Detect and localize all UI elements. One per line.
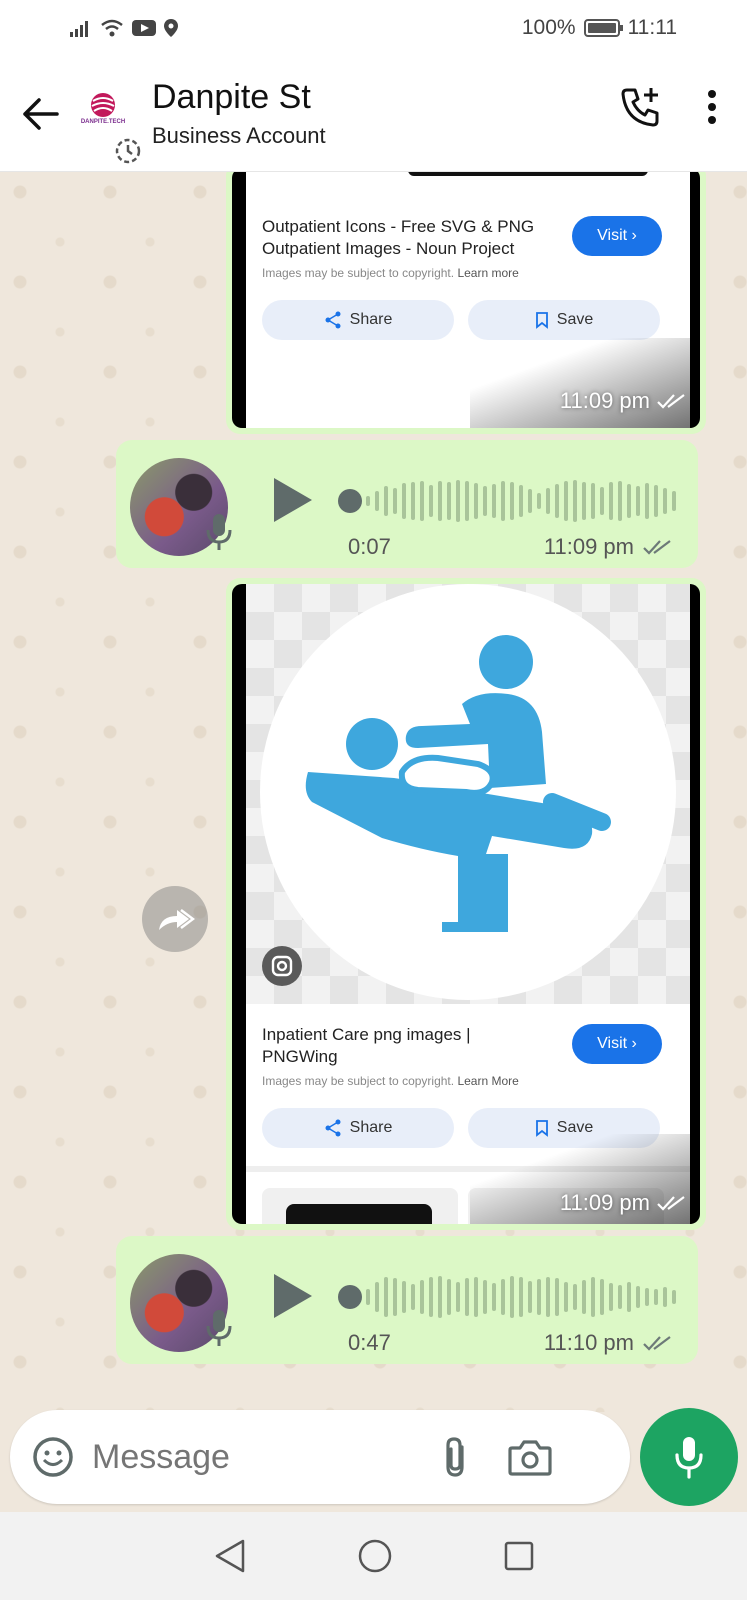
share-icon [325,1119,341,1137]
mic-icon [675,1437,703,1479]
image-frame: Inpatient Care png images | PNGWing Imag… [232,584,700,1224]
waveform[interactable] [338,476,684,526]
attach-icon[interactable] [442,1435,468,1479]
save-pill: Save [468,300,660,340]
card-title-line2: PNGWing [262,1047,338,1066]
waveform-bars [366,480,676,522]
card-text: Outpatient Icons - Free SVG & PNG Outpat… [262,216,562,280]
clock: 11:11 [627,16,677,39]
forward-button[interactable] [142,886,208,952]
card-note: Images may be subject to copyright. Lear… [262,1074,519,1088]
bookmark-icon [535,312,548,329]
back-button[interactable] [10,84,70,144]
double-check-icon [643,540,671,555]
business-logo: DANPITE.TECH [78,91,128,131]
image-message-2[interactable]: Inpatient Care png images | PNGWing Imag… [226,578,706,1230]
nav-back-icon[interactable] [213,1538,247,1574]
play-icon[interactable] [272,476,314,524]
battery-icon [583,19,623,37]
image-frame: Outpatient Icons - Free SVG & PNG Outpat… [232,172,700,428]
emoji-icon[interactable] [32,1436,74,1478]
card-note: Images may be subject to copyright. Lear… [262,266,519,280]
status-bar: 100% 11:11 [0,0,747,56]
message-time: 11:09 pm [560,388,686,414]
share-pill: Share [262,300,454,340]
battery-percent: 100% [521,16,576,39]
card-title-line1: Inpatient Care png images | [262,1025,471,1044]
shade-overlay [470,338,690,428]
chat-header: DANPITE.TECH Danpite St Business Account [0,56,747,172]
card-text: Inpatient Care png images | PNGWing Imag… [262,1024,562,1088]
double-check-icon [657,394,685,409]
add-call-icon[interactable] [621,86,661,128]
system-nav-bar [0,1512,747,1600]
mic-icon [206,1310,232,1346]
composer-icons [442,1435,552,1479]
image-card: Inpatient Care png images | PNGWing Imag… [246,584,690,1224]
voice-duration: 0:47 [348,1330,391,1355]
visit-button: Visit › [572,1024,662,1064]
back-arrow-icon [23,97,59,130]
contact-avatar[interactable]: DANPITE.TECH [74,69,144,163]
image-top-bar [408,172,648,176]
patient-care-illustration [305,635,611,932]
status-right: 100% 11:11 [522,16,677,40]
status-icons [70,19,178,37]
wifi-icon [101,19,123,37]
share-icon [325,311,341,329]
voice-message-1[interactable]: 0:07 11:09 pm [116,440,698,568]
chat-area[interactable]: Outpatient Icons - Free SVG & PNG Outpat… [0,172,747,1412]
thumbnail-left [262,1188,458,1224]
camera-icon[interactable] [508,1438,552,1476]
voice-message-2[interactable]: 0:47 11:10 pm [116,1236,698,1364]
message-time: 11:09 pm [560,1190,686,1216]
waveform[interactable] [338,1272,684,1322]
lens-icon [262,946,302,986]
youtube-icon [132,20,156,36]
waveform-scrubber[interactable] [338,1285,362,1309]
card-title-line2: Outpatient Images - Noun Project [262,239,515,258]
waveform-bars [366,1276,676,1318]
play-icon[interactable] [272,1272,314,1320]
nav-home-icon[interactable] [357,1538,393,1574]
message-input[interactable] [92,1437,432,1477]
contact-info[interactable]: Danpite St Business Account [152,78,326,149]
voice-duration: 0:07 [348,534,391,559]
more-vert-icon[interactable] [707,89,717,125]
waveform-scrubber[interactable] [338,489,362,513]
share-pill: Share [262,1108,454,1148]
voice-record-button[interactable] [640,1408,738,1506]
contact-name: Danpite St [152,78,311,116]
message-time: 11:10 pm [544,1330,674,1356]
logo-text: DANPITE.TECH [80,118,126,125]
message-time: 11:09 pm [544,534,674,560]
forward-icon [159,909,195,930]
mic-icon [206,514,232,550]
image-message-1[interactable]: Outpatient Icons - Free SVG & PNG Outpat… [226,172,706,434]
card-title-line1: Outpatient Icons - Free SVG & PNG [262,217,535,236]
double-check-icon [657,1196,685,1211]
signal-icon [70,21,88,37]
double-check-icon [643,1336,671,1351]
location-icon [164,19,178,37]
header-actions [621,86,717,128]
contact-subtitle: Business Account [152,123,326,148]
message-composer [10,1410,630,1504]
logo-globe-icon [91,92,115,117]
status-ring-icon [115,138,141,163]
nav-recents-icon[interactable] [503,1540,535,1572]
visit-button: Visit › [572,216,662,256]
